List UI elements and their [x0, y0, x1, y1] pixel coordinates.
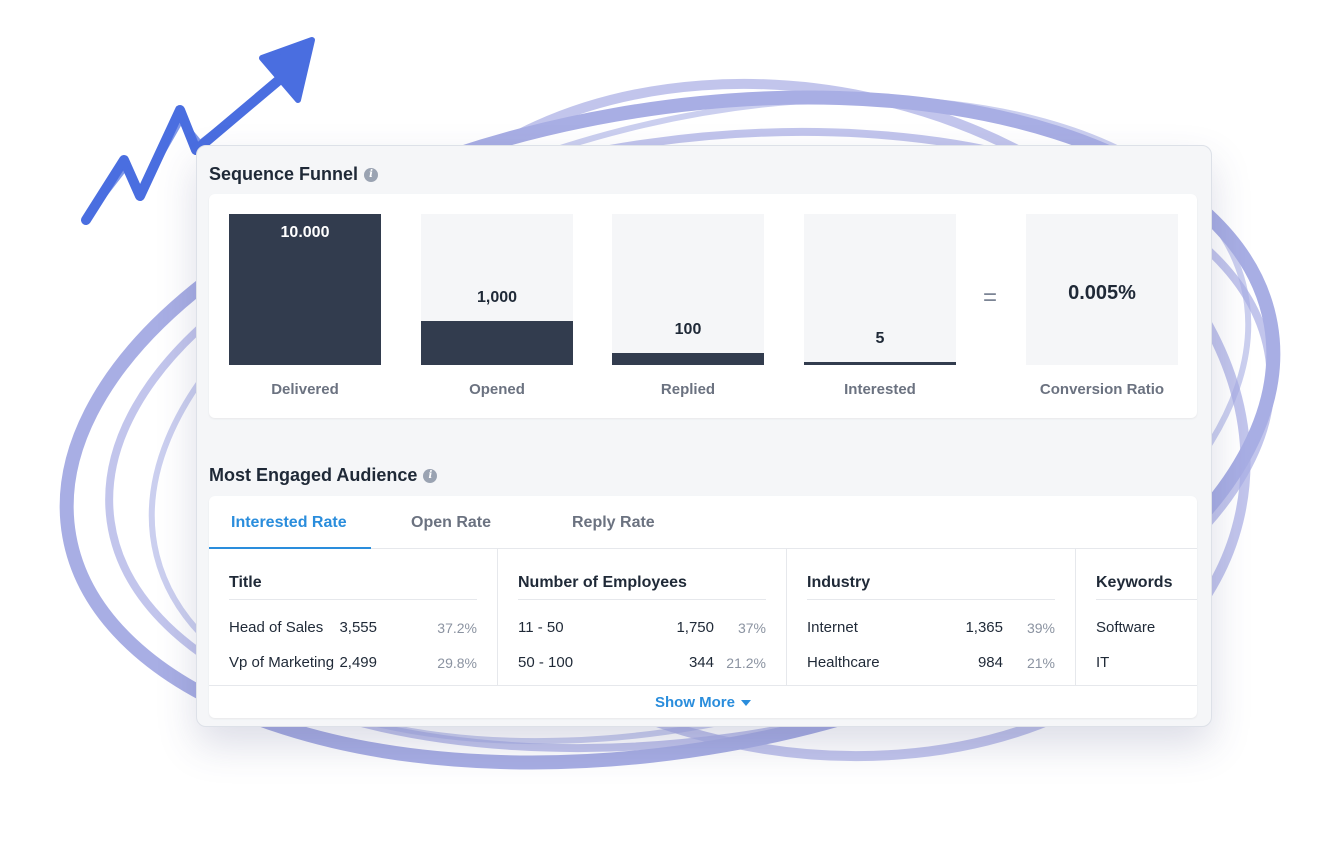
most-engaged-audience-title: Most Engaged Audience i	[209, 465, 438, 486]
audience-row-name: Head of Sales	[229, 619, 324, 636]
analytics-card: Sequence Funnel i 10.000 Delivered 1,000 Op…	[196, 145, 1212, 727]
audience-row-name: IT	[1096, 654, 1110, 671]
funnel-bar-value: 100	[674, 321, 702, 338]
funnel-bar-track: 5	[804, 214, 956, 365]
audience-row-percent: 39%	[1026, 620, 1055, 636]
audience-column-title: Title Head of Sales 3,555 37.2% Vp of Market…	[209, 549, 498, 685]
funnel-bar-track: 10.000	[229, 214, 381, 365]
column-divider	[518, 599, 766, 600]
audience-row-percent: 21%	[1026, 655, 1055, 671]
funnel-stage-delivered: 10.000 Delivered	[229, 214, 381, 398]
column-header: Industry	[807, 574, 871, 591]
audience-column-keywords: Keywords Software IT	[1076, 549, 1197, 685]
column-header: Number of Employees	[518, 574, 687, 591]
conversion-ratio-label: Conversion Ratio	[1039, 381, 1165, 398]
conversion-ratio-stage: 0.005% Conversion Ratio	[1026, 214, 1178, 398]
audience-row-name: 50 - 100	[518, 654, 574, 671]
show-more-button[interactable]: Show More	[209, 685, 1197, 718]
audience-row-percent: 29.8%	[437, 655, 477, 671]
funnel-bar-value: 1,000	[476, 289, 518, 306]
sequence-funnel-title: Sequence Funnel i	[209, 164, 379, 185]
audience-row-count: 1,750	[676, 619, 714, 636]
column-header: Title	[229, 574, 262, 591]
funnel-bar-value: 5	[875, 330, 885, 347]
funnel-bar-fill	[421, 321, 573, 365]
audience-row-name: Internet	[807, 619, 858, 636]
caret-down-icon	[741, 700, 751, 707]
funnel-bar-track: 1,000	[421, 214, 573, 365]
audience-row-percent: 21.2%	[726, 655, 766, 671]
tab-reply-rate[interactable]: Reply Rate	[572, 514, 655, 532]
audience-row-name: 11 - 50	[518, 619, 564, 636]
audience-tabs: Interested Rate Open Rate Reply Rate	[209, 496, 1197, 549]
funnel-bar-fill	[612, 353, 764, 365]
most-engaged-audience-panel: Interested Rate Open Rate Reply Rate Tit…	[209, 496, 1197, 718]
column-divider	[807, 599, 1055, 600]
column-header: Keywords	[1096, 574, 1173, 591]
funnel-stage-label: Interested	[844, 381, 916, 398]
column-divider	[1096, 599, 1197, 600]
audience-row-percent: 37.2%	[437, 620, 477, 636]
funnel-stage-replied: 100 Replied	[612, 214, 764, 398]
tab-open-rate[interactable]: Open Rate	[411, 514, 491, 532]
info-icon[interactable]: i	[423, 468, 438, 483]
audience-row-count: 344	[688, 654, 714, 671]
column-divider	[229, 599, 477, 600]
audience-column-industry: Industry Internet 1,365 39% Healthcare 984 21%	[787, 549, 1076, 685]
funnel-bar-track: 100	[612, 214, 764, 365]
funnel-stage-label: Opened	[469, 381, 525, 398]
conversion-ratio-box: 0.005%	[1026, 214, 1178, 365]
audience-row-count: 1,365	[965, 619, 1003, 636]
audience-row-count: 984	[977, 654, 1003, 671]
audience-column-number-of-employees: Number of Employees 11 - 50 1,750 37% 50 - 1…	[498, 549, 787, 685]
funnel-stage-label: Delivered	[271, 381, 339, 398]
funnel-stage-opened: 1,000 Opened	[421, 214, 573, 398]
funnel-bar-value: 10.000	[280, 224, 330, 241]
funnel-stage-interested: 5 Interested	[804, 214, 956, 398]
tab-interested-rate[interactable]: Interested Rate	[231, 514, 347, 532]
funnel-stage-label: Replied	[660, 381, 716, 398]
sequence-funnel-panel: 10.000 Delivered 1,000 Opened 100 Replied 5 Int…	[209, 194, 1197, 418]
audience-row-count: 3,555	[339, 619, 377, 636]
funnel-bar-fill	[804, 362, 956, 365]
info-icon[interactable]: i	[364, 167, 379, 182]
equals-sign: =	[983, 284, 998, 311]
conversion-ratio-value: 0.005%	[1068, 282, 1136, 304]
audience-row-name: Software	[1096, 619, 1156, 636]
audience-row-name: Healthcare	[807, 654, 880, 671]
audience-row-name: Vp of Marketing	[229, 654, 335, 671]
audience-row-percent: 37%	[737, 620, 766, 636]
audience-row-count: 2,499	[339, 654, 377, 671]
